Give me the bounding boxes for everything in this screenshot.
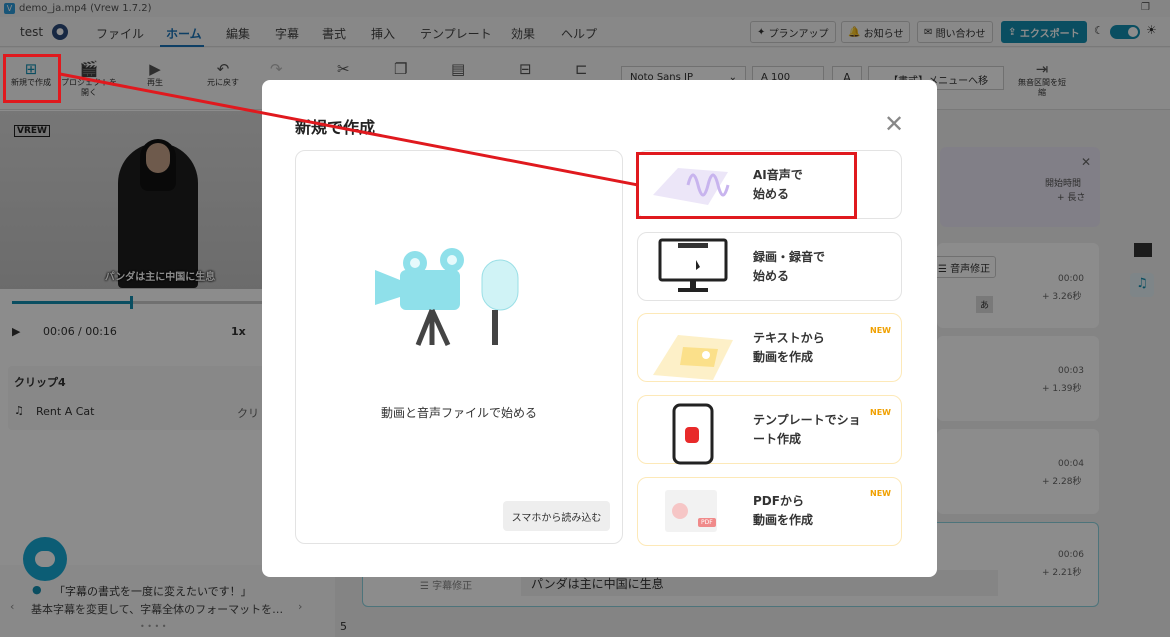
smartphone-icon xyxy=(672,403,714,465)
new-badge: NEW xyxy=(870,489,891,498)
new-badge: NEW xyxy=(870,326,891,335)
record-label: 録画・録音で 始める xyxy=(753,250,826,283)
new-badge: NEW xyxy=(870,408,891,417)
pdf-tag: PDF xyxy=(698,518,716,527)
text-image-icon xyxy=(653,335,733,380)
pdf-label: PDFから 動画を作成 xyxy=(753,494,814,527)
text-to-video-label: テキストから 動画を作成 xyxy=(753,331,825,364)
monitor-icon xyxy=(658,238,728,292)
phone-import-button[interactable]: スマホから読み込む xyxy=(503,501,610,531)
pdf-document-icon xyxy=(665,490,717,532)
camera-mic-illustration xyxy=(375,248,519,347)
dialog-close-icon[interactable]: ✕ xyxy=(884,110,904,138)
highlight-new-button xyxy=(3,54,61,103)
dialog-title: 新規で作成 xyxy=(295,118,376,137)
highlight-ai-voice xyxy=(636,152,857,219)
start-with-media-label: 動画と音声ファイルで始める xyxy=(380,406,537,420)
template-shorts-label: テンプレートでショ ート作成 xyxy=(753,413,861,446)
